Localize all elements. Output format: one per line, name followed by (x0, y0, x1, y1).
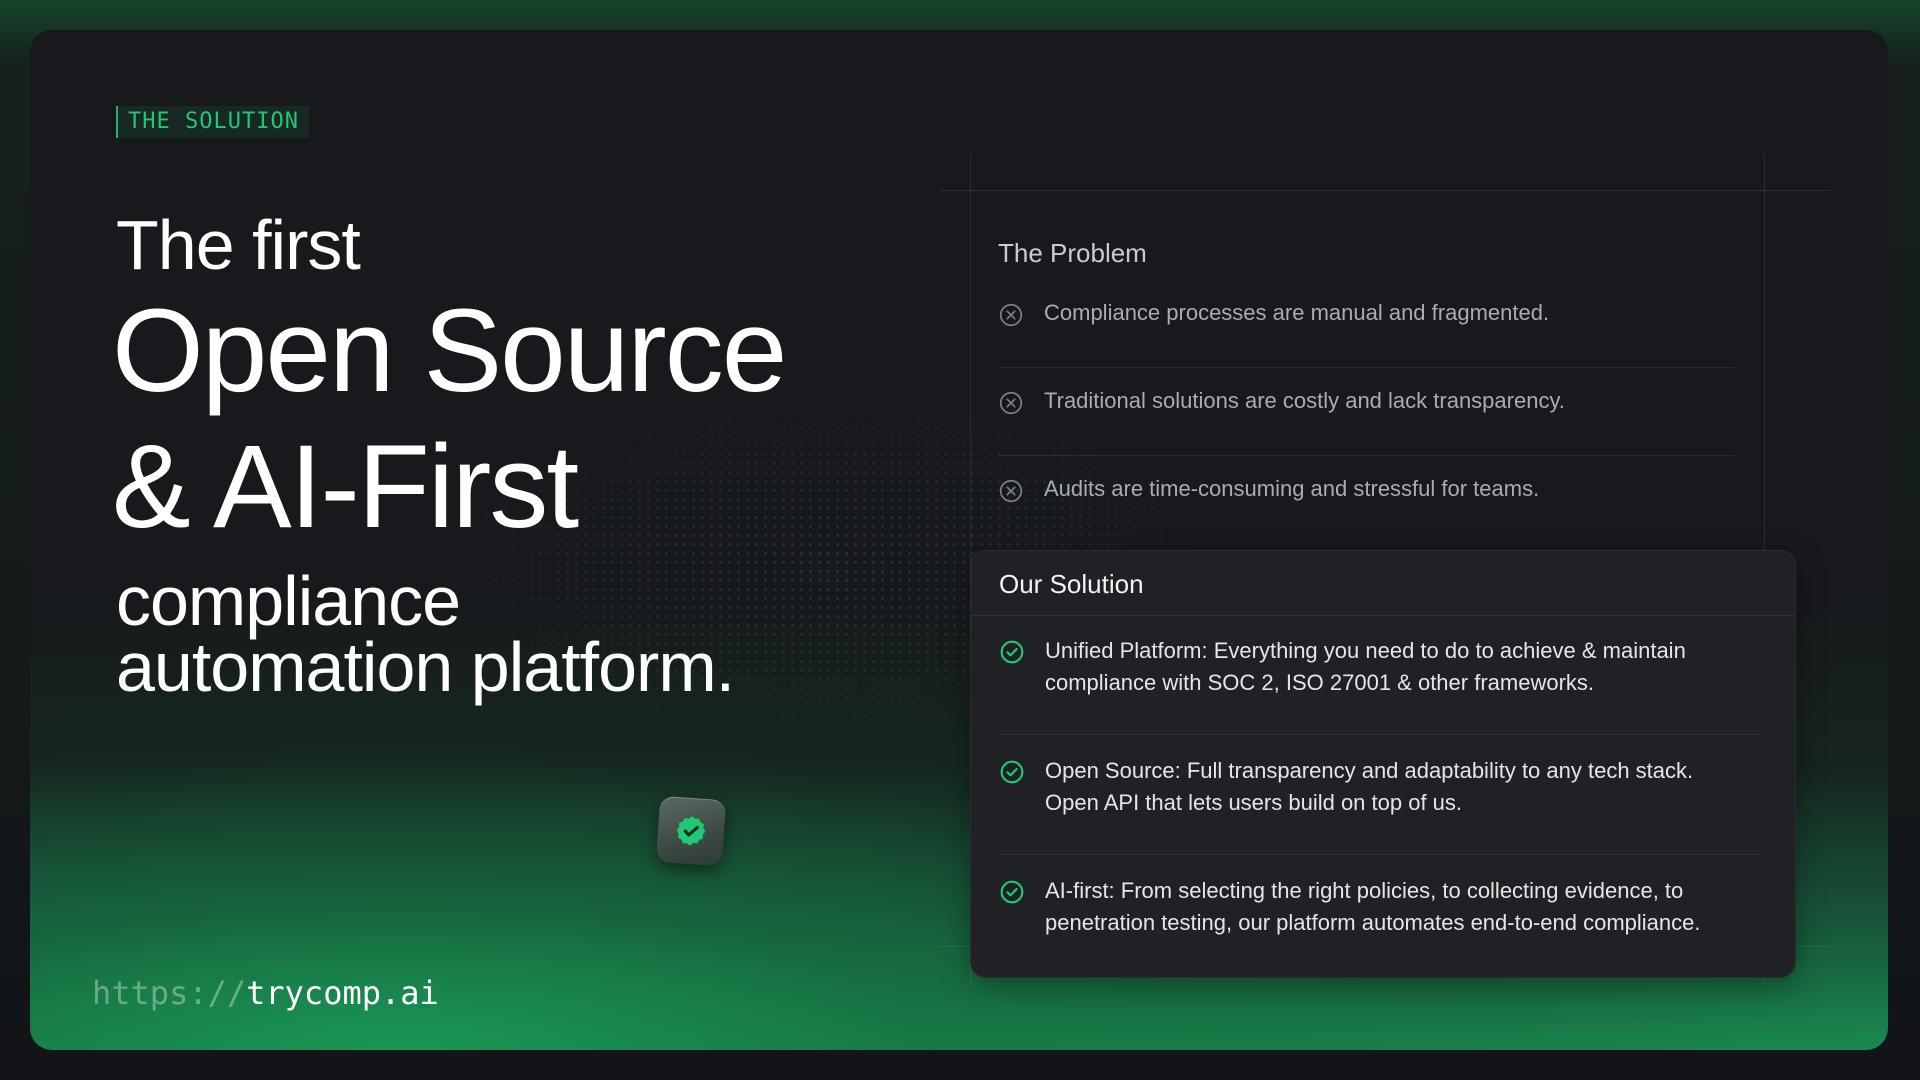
solution-item-text: AI-first: From selecting the right polic… (1045, 875, 1765, 939)
website-url[interactable]: https://trycomp.ai (92, 974, 439, 1012)
headline-line-5: automation platform. (116, 628, 735, 706)
headline-line-4: compliance (116, 562, 461, 640)
x-circle-icon (999, 303, 1023, 327)
verified-badge-icon (655, 795, 727, 867)
solution-item-line: Open Source: Full transparency and adapt… (1045, 758, 1694, 783)
solution-item: Unified Platform: Everything you need to… (999, 615, 1763, 735)
problem-item: Compliance processes are manual and frag… (998, 280, 1734, 368)
solution-item-text: Unified Platform: Everything you need to… (1045, 635, 1765, 699)
solution-panel: Our Solution Unified Platform: Everythin… (970, 550, 1796, 978)
x-circle-icon (999, 391, 1023, 415)
solution-item-text: Open Source: Full transparency and adapt… (1045, 755, 1765, 819)
solution-item-line: AI-first: From selecting the right polic… (1045, 878, 1684, 903)
problem-item: Traditional solutions are costly and lac… (998, 368, 1734, 456)
problem-item-text: Audits are time-consuming and stressful … (1044, 476, 1540, 501)
solution-item-line: Open API that lets users build on top of… (1045, 790, 1463, 815)
solution-item: Open Source: Full transparency and adapt… (999, 735, 1763, 855)
slide-card: THE SOLUTION The first Open Source & AI-… (30, 30, 1888, 1050)
headline-line-2: Open Source (112, 285, 787, 417)
solution-item: AI-first: From selecting the right polic… (999, 855, 1763, 975)
solution-item-line: Unified Platform: Everything you need to… (1045, 638, 1686, 663)
check-circle-icon (1000, 640, 1024, 664)
problem-panel: The Problem Compliance processes are man… (970, 192, 1734, 552)
problem-item-text: Compliance processes are manual and frag… (1044, 300, 1550, 325)
section-tag: THE SOLUTION (116, 106, 309, 138)
headline-line-1: The first (116, 206, 361, 284)
check-circle-icon (1000, 880, 1024, 904)
url-host: trycomp.ai (246, 974, 439, 1012)
x-circle-icon (999, 479, 1023, 503)
check-circle-icon (1000, 760, 1024, 784)
problem-item: Audits are time-consuming and stressful … (998, 456, 1734, 544)
problem-item-text: Traditional solutions are costly and lac… (1044, 388, 1565, 413)
solution-item-line: penetration testing, our platform automa… (1045, 910, 1701, 935)
problem-title: The Problem (998, 238, 1147, 268)
url-protocol: https:// (92, 974, 247, 1012)
solution-header: Our Solution (971, 551, 1795, 616)
solution-item-line: compliance with SOC 2, ISO 27001 & other… (1045, 670, 1595, 695)
headline-line-3: & AI-First (112, 421, 579, 553)
solution-title: Our Solution (999, 569, 1144, 599)
guide-line (940, 190, 1830, 191)
